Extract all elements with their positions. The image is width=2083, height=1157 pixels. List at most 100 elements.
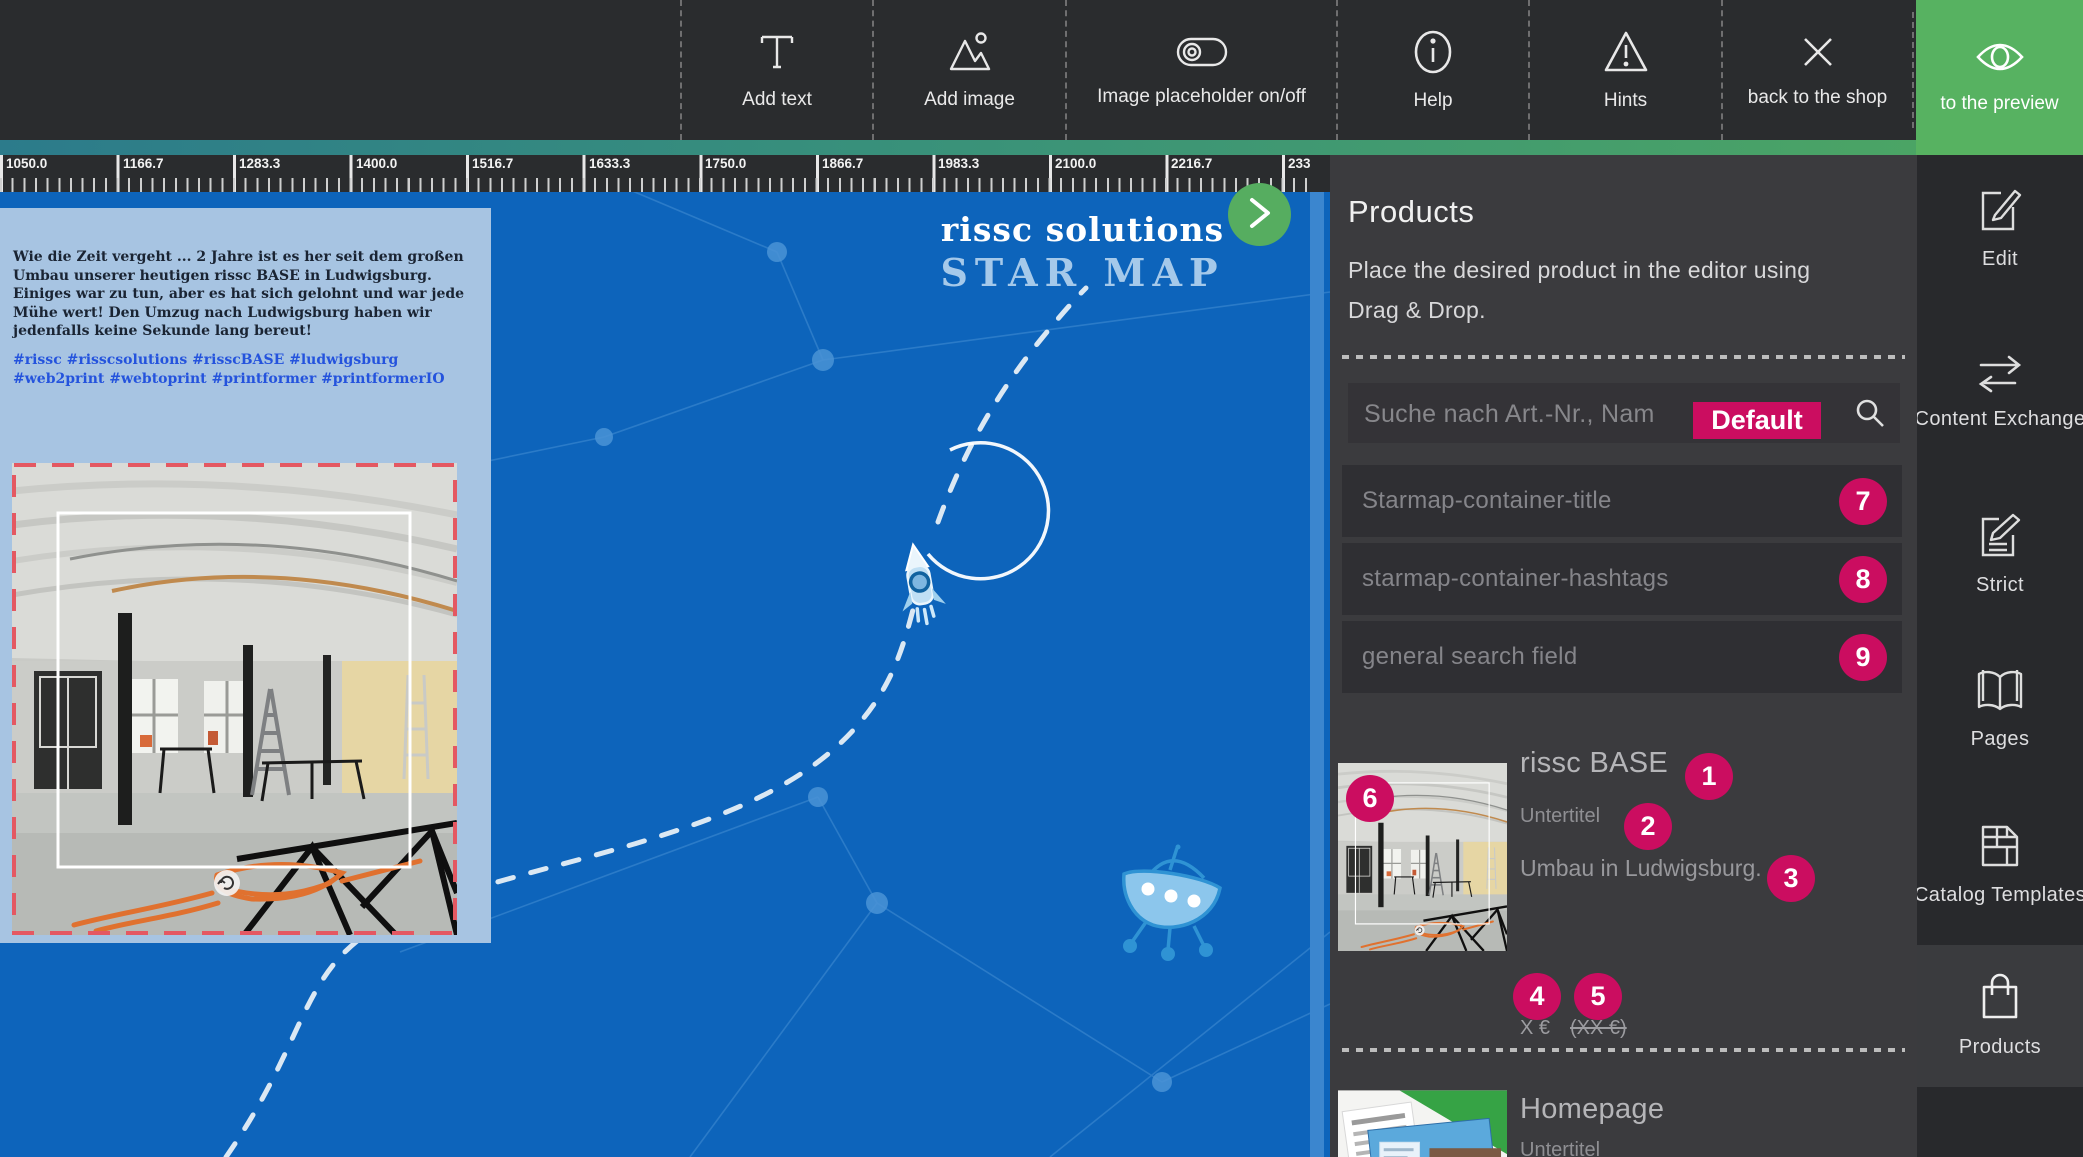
- ruler-tick-label: 1516.7: [472, 156, 513, 171]
- ruler-tick-label: 2333.3: [1288, 156, 1310, 171]
- product-thumbnail[interactable]: [1338, 1090, 1507, 1157]
- product-subtitle: Untertitel: [1520, 805, 1600, 828]
- editor-app: Add text Add image Image placeholder on/…: [0, 0, 2083, 1157]
- product-title: Homepage: [1520, 1093, 1664, 1126]
- dashed-divider: [1342, 355, 1905, 359]
- panel-subtitle: Place the desired product in the editor …: [1348, 250, 1823, 330]
- ruler-tick-label: 1283.3: [239, 156, 280, 171]
- logo-line2: STAR MAP: [925, 250, 1240, 296]
- annotation-badge-4: 4: [1513, 973, 1561, 1020]
- annotation-badge-9: 9: [1839, 634, 1887, 681]
- horizontal-ruler: 1050.0 1166.7 1283.3 1400.0 1516.7 1633.…: [0, 155, 1310, 192]
- logo-line1: rissc solutions: [925, 210, 1240, 250]
- chevron-right-icon: [1247, 196, 1273, 233]
- add-image-button[interactable]: Add image: [872, 0, 1065, 140]
- close-icon: [1797, 31, 1839, 73]
- ruler-tick-label: 1400.0: [356, 156, 397, 171]
- field-label: general search field: [1362, 643, 1577, 671]
- annotation-badge-5: 5: [1574, 973, 1622, 1020]
- ruler-tick-label: 1050.0: [6, 156, 47, 171]
- product-search-box: Default: [1348, 383, 1900, 443]
- story-textbox[interactable]: Wie die Zeit vergeht ... 2 Jahre ist es …: [13, 248, 491, 341]
- annotation-badge-8: 8: [1839, 556, 1887, 603]
- ruler-tick-label: 1166.7: [123, 156, 164, 171]
- next-page-button[interactable]: [1228, 183, 1291, 246]
- ruler-tick-label: 1866.7: [822, 156, 863, 171]
- default-annotation-badge: Default: [1693, 402, 1821, 439]
- starmap-text-container[interactable]: Wie die Zeit vergeht ... 2 Jahre ist es …: [0, 208, 491, 943]
- toolbar-item-label: Add text: [742, 89, 812, 111]
- to-preview-label: to the preview: [1940, 93, 2058, 115]
- hints-button[interactable]: Hints: [1528, 0, 1721, 140]
- sidebar-item-label: Edit: [1982, 248, 2018, 271]
- product-old-price: (XX €): [1570, 1017, 1627, 1040]
- help-button[interactable]: Help: [1336, 0, 1528, 140]
- sidebar-item-catalog-templates[interactable]: Catalog Templates: [1917, 821, 2083, 921]
- ruler-tick-label: 2100.0: [1055, 156, 1096, 171]
- sidebar-item-label: Strict: [1976, 574, 2024, 597]
- products-panel: Products Place the desired product in th…: [1330, 155, 1917, 1157]
- image-icon: [945, 29, 995, 75]
- homepage-thumb-image: [1338, 1090, 1507, 1157]
- sidebar-item-label: Content Exchange: [1917, 408, 2083, 431]
- ruler-minor-ticks: [0, 178, 1310, 192]
- sidebar-item-pages[interactable]: Pages: [1917, 667, 2083, 767]
- ruler-tick-label: 1983.3: [938, 156, 979, 171]
- text-icon: [754, 29, 800, 75]
- add-text-button[interactable]: Add text: [680, 0, 872, 140]
- edit-icon: [1977, 185, 2023, 238]
- toolbar-item-label: Add image: [924, 89, 1015, 111]
- warning-icon: [1601, 28, 1651, 76]
- annotation-badge-2: 2: [1624, 803, 1672, 850]
- annotation-badge-6: 6: [1346, 775, 1394, 822]
- open-book-icon: [1974, 667, 2026, 718]
- sidebar-item-label: Products: [1959, 1036, 2041, 1059]
- search-icon[interactable]: [1854, 397, 1886, 434]
- annotation-badge-1: 1: [1685, 753, 1733, 800]
- toolbar-item-label: back to the shop: [1748, 87, 1887, 109]
- shopping-bag-icon: [1978, 973, 2022, 1026]
- eye-icon: [1974, 40, 2026, 77]
- field-label: starmap-container-hashtags: [1362, 565, 1669, 593]
- toolbar-item-label: Help: [1413, 90, 1452, 112]
- to-preview-button[interactable]: to the preview: [1916, 0, 2083, 155]
- back-to-shop-button[interactable]: back to the shop: [1721, 0, 1912, 140]
- ruler-tick-label: 1633.3: [589, 156, 630, 171]
- field-general-search[interactable]: general search field 9: [1342, 621, 1902, 693]
- sidebar-item-strict[interactable]: Strict: [1917, 511, 2083, 611]
- strict-icon: [1977, 511, 2023, 564]
- accent-gradient-bar: [0, 140, 1916, 155]
- design-canvas[interactable]: Wie die Zeit vergeht ... 2 Jahre ist es …: [0, 192, 1330, 1157]
- toolbar-separator: [1912, 12, 1914, 128]
- ruler-tick-label: 1750.0: [705, 156, 746, 171]
- right-sidebar: Edit Content Exchange Strict Pages Catal…: [1917, 155, 2083, 1157]
- annotation-badge-3: 3: [1767, 855, 1815, 902]
- top-toolbar: Add text Add image Image placeholder on/…: [0, 0, 1916, 140]
- hashtags-textbox[interactable]: #rissc #risscsolutions #risscBASE #ludwi…: [13, 351, 491, 389]
- field-starmap-container-hashtags[interactable]: starmap-container-hashtags 8: [1342, 543, 1902, 615]
- sidebar-item-products[interactable]: Products: [1917, 945, 2083, 1087]
- ruler-tick-label: 2216.7: [1171, 156, 1212, 171]
- canvas-scrollbar[interactable]: [1310, 192, 1324, 1157]
- info-icon: [1411, 28, 1455, 76]
- exchange-arrows-icon: [1975, 351, 2025, 398]
- dashed-divider: [1342, 1048, 1905, 1052]
- catalog-template-icon: [1977, 821, 2023, 874]
- product-price: X €: [1520, 1017, 1550, 1040]
- sidebar-item-label: Pages: [1971, 728, 2030, 751]
- image-placeholder-toggle-button[interactable]: Image placeholder on/off: [1065, 0, 1336, 140]
- annotation-badge-7: 7: [1839, 478, 1887, 525]
- sidebar-item-edit[interactable]: Edit: [1917, 185, 2083, 285]
- toolbar-item-label: Image placeholder on/off: [1097, 86, 1306, 108]
- product-title: rissc BASE: [1520, 747, 1668, 780]
- panel-title: Products: [1348, 194, 1474, 230]
- product-subtitle: Untertitel: [1520, 1139, 1600, 1157]
- starmap-logo[interactable]: rissc solutions STAR MAP: [925, 210, 1240, 296]
- sidebar-item-label: Catalog Templates: [1917, 884, 2083, 907]
- toggle-icon: [1174, 32, 1230, 72]
- photo-placeholder[interactable]: [12, 463, 457, 935]
- sidebar-item-content-exchange[interactable]: Content Exchange: [1917, 351, 2083, 451]
- field-starmap-container-title[interactable]: Starmap-container-title 7: [1342, 465, 1902, 537]
- field-label: Starmap-container-title: [1362, 487, 1612, 515]
- toolbar-item-label: Hints: [1604, 90, 1647, 112]
